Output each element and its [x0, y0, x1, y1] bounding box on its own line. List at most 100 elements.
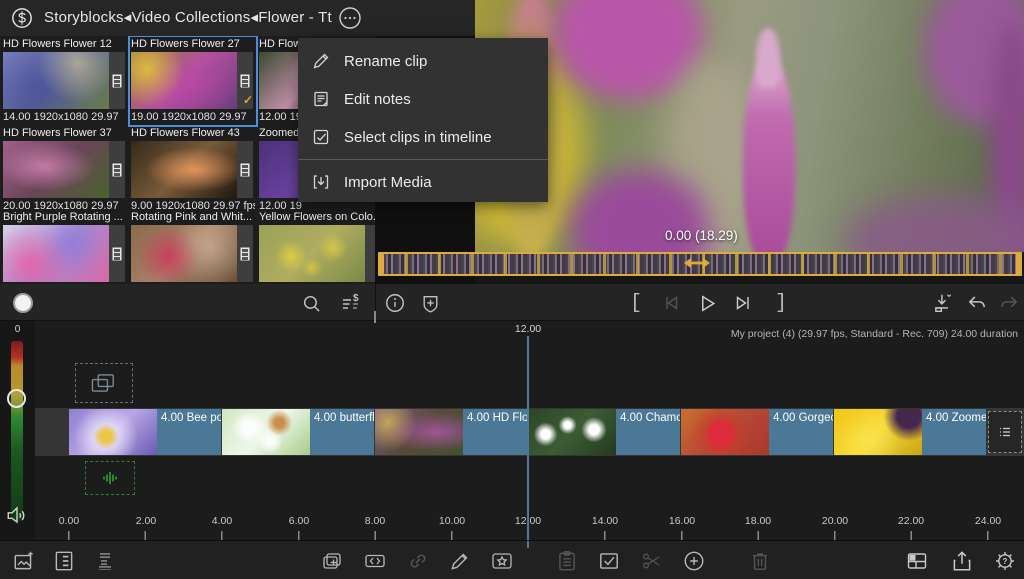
clip-thumbnail[interactable] — [131, 141, 237, 198]
add-media-to-timeline-icon[interactable] — [12, 549, 36, 573]
delete-trash-icon[interactable] — [748, 549, 772, 573]
bottom-toolbar: ? — [0, 540, 1024, 579]
split-scissors-icon[interactable] — [640, 549, 664, 573]
library-clip[interactable]: HD Flowers Flower 12 14.00 1920x1080 29.… — [3, 38, 127, 124]
preview-art — [845, 195, 1024, 252]
playhead[interactable] — [527, 336, 529, 540]
library-view-toggle-button[interactable] — [12, 292, 34, 314]
timeline-clip[interactable]: 4.00 Chamor — [528, 409, 680, 455]
timeline-ruler[interactable] — [68, 531, 990, 540]
timeline-clip[interactable]: 4.00 Gorgeou — [681, 409, 833, 455]
checkbox-icon — [311, 127, 331, 147]
panel-resize-handle[interactable] — [374, 311, 376, 323]
add-marker-icon[interactable] — [682, 549, 706, 573]
more-options-button[interactable] — [338, 6, 362, 30]
help-settings-gear-icon[interactable]: ? — [993, 549, 1017, 573]
empty-video-track-placeholder[interactable] — [75, 363, 133, 403]
library-clip[interactable]: HD Flowers Flower 37 20.00 1920x1080 29.… — [3, 127, 127, 213]
clip-title: HD Flowers Flower 12 — [3, 38, 127, 51]
preview-timecode: 0.00 (18.29) — [665, 228, 738, 243]
shield-plus-icon[interactable] — [419, 292, 441, 314]
export-share-icon[interactable] — [950, 549, 974, 573]
ruler-tick-label: 24.00 — [975, 515, 1001, 527]
menu-item-label: Edit notes — [344, 91, 411, 108]
library-clip[interactable]: Yellow Flowers on Colo... 15.00 1920x108… — [259, 211, 375, 284]
clip-thumbnail[interactable] — [3, 52, 109, 109]
timeline-clip-body: 4.00 HD Flow — [463, 409, 527, 455]
film-badge-icon — [109, 52, 125, 109]
clip-thumbnail[interactable] — [259, 225, 365, 282]
library-clip[interactable]: HD Flowers Flower 43 9.00 1920x1080 29.9… — [131, 127, 255, 213]
timeline-clip-body: 4.00 Bee poll — [157, 409, 221, 455]
speaker-icon[interactable] — [5, 504, 31, 528]
film-badge-icon — [365, 225, 375, 282]
redo-button[interactable] — [998, 292, 1020, 314]
play-button[interactable] — [696, 292, 718, 314]
library-source-sort-icon[interactable]: $ — [340, 292, 362, 314]
film-badge-icon — [237, 141, 253, 198]
film-badge-icon — [109, 141, 125, 198]
undo-button[interactable] — [966, 292, 988, 314]
timeline-clip[interactable]: 4.00 butterfli — [222, 409, 374, 455]
edit-pencil-icon[interactable] — [448, 549, 472, 573]
menu-item-select-clips[interactable]: Select clips in timeline — [298, 118, 548, 156]
info-icon[interactable] — [384, 292, 406, 314]
mark-out-button[interactable]: ] — [770, 292, 792, 314]
playhead-tick — [527, 541, 529, 548]
multi-select-icon[interactable] — [597, 549, 621, 573]
svg-text:?: ? — [1003, 557, 1008, 566]
clip-thumbnail[interactable] — [3, 225, 109, 282]
link-clips-icon[interactable] — [406, 549, 430, 573]
timeline-zoom-icon[interactable] — [96, 549, 120, 573]
timeline-clip-label: 4.00 Chamor — [620, 412, 680, 424]
audio-meter-column: 0 — [0, 321, 35, 540]
clip-scrubber-filmstrip[interactable] — [378, 252, 1022, 276]
ruler-tick-label: 22.00 — [898, 515, 924, 527]
clip-title: Yellow Flowers on Colo... — [259, 211, 375, 224]
menu-item-import-media[interactable]: Import Media — [298, 163, 548, 201]
clip-title: HD Flowers Flower 37 — [3, 127, 127, 140]
mark-in-button[interactable]: [ — [625, 292, 647, 314]
ruler-tick-label: 20.00 — [822, 515, 848, 527]
add-clip-icon[interactable] — [320, 549, 344, 573]
clip-thumbnail[interactable] — [131, 52, 237, 109]
search-icon[interactable] — [300, 292, 322, 314]
library-clip[interactable]: Rotating Pink and Whit... 10.00 1920x108… — [131, 211, 255, 284]
import-icon — [311, 172, 331, 192]
clipboard-icon[interactable] — [555, 549, 579, 573]
menu-item-rename-clip[interactable]: Rename clip — [298, 42, 548, 80]
timeline-clip-thumbnail — [528, 409, 616, 455]
clip-thumbnail[interactable] — [131, 225, 237, 282]
video-preview[interactable]: 0.00 (18.29) — [475, 0, 1024, 252]
timeline-clip[interactable]: 4.00 HD Flow — [375, 409, 527, 455]
layout-switch-icon[interactable] — [905, 549, 929, 573]
volume-knob[interactable] — [7, 389, 26, 408]
ruler-tick-label: 0.00 — [59, 515, 79, 527]
project-info-label: My project (4) (29.97 fps, Standard - Re… — [731, 328, 1018, 340]
library-clip[interactable]: Bright Purple Rotating ... 16.00 1920x10… — [3, 211, 127, 284]
track-options-box[interactable] — [988, 411, 1022, 453]
empty-audio-track-placeholder[interactable] — [85, 461, 135, 495]
timeline-clip-label: 4.00 HD Flow — [467, 412, 527, 424]
ruler-tick-label: 4.00 — [212, 515, 232, 527]
trim-handles-icon[interactable] — [684, 256, 710, 270]
effects-star-icon[interactable] — [490, 549, 514, 573]
ruler-tick-label: 2.00 — [136, 515, 156, 527]
timeline-clip-thumbnail — [69, 409, 157, 455]
ruler-tick-label: 18.00 — [745, 515, 771, 527]
menu-item-label: Select clips in timeline — [344, 129, 492, 146]
track-header-toggle-icon[interactable] — [52, 549, 76, 573]
clip-thumbnail[interactable] — [3, 141, 109, 198]
library-clip-selected[interactable]: HD Flowers Flower 27 ✓ 19.00 1920x1080 2… — [131, 38, 255, 124]
timeline-clip-body: 4.00 Gorgeou — [769, 409, 833, 455]
library-header-bar: Storyblocks◂Video Collections◂Flower - T… — [0, 0, 475, 36]
transition-icon[interactable] — [363, 549, 387, 573]
timeline-clip[interactable]: 4.00 Zoomed — [834, 409, 986, 455]
film-badge-icon — [237, 225, 253, 282]
ruler-tick-label: 6.00 — [289, 515, 309, 527]
previous-clip-icon[interactable] — [660, 292, 682, 314]
insert-clip-button[interactable] — [932, 292, 954, 314]
next-clip-icon[interactable] — [732, 292, 754, 314]
timeline-clip[interactable]: 4.00 Bee poll — [69, 409, 221, 455]
menu-item-edit-notes[interactable]: Edit notes — [298, 80, 548, 118]
